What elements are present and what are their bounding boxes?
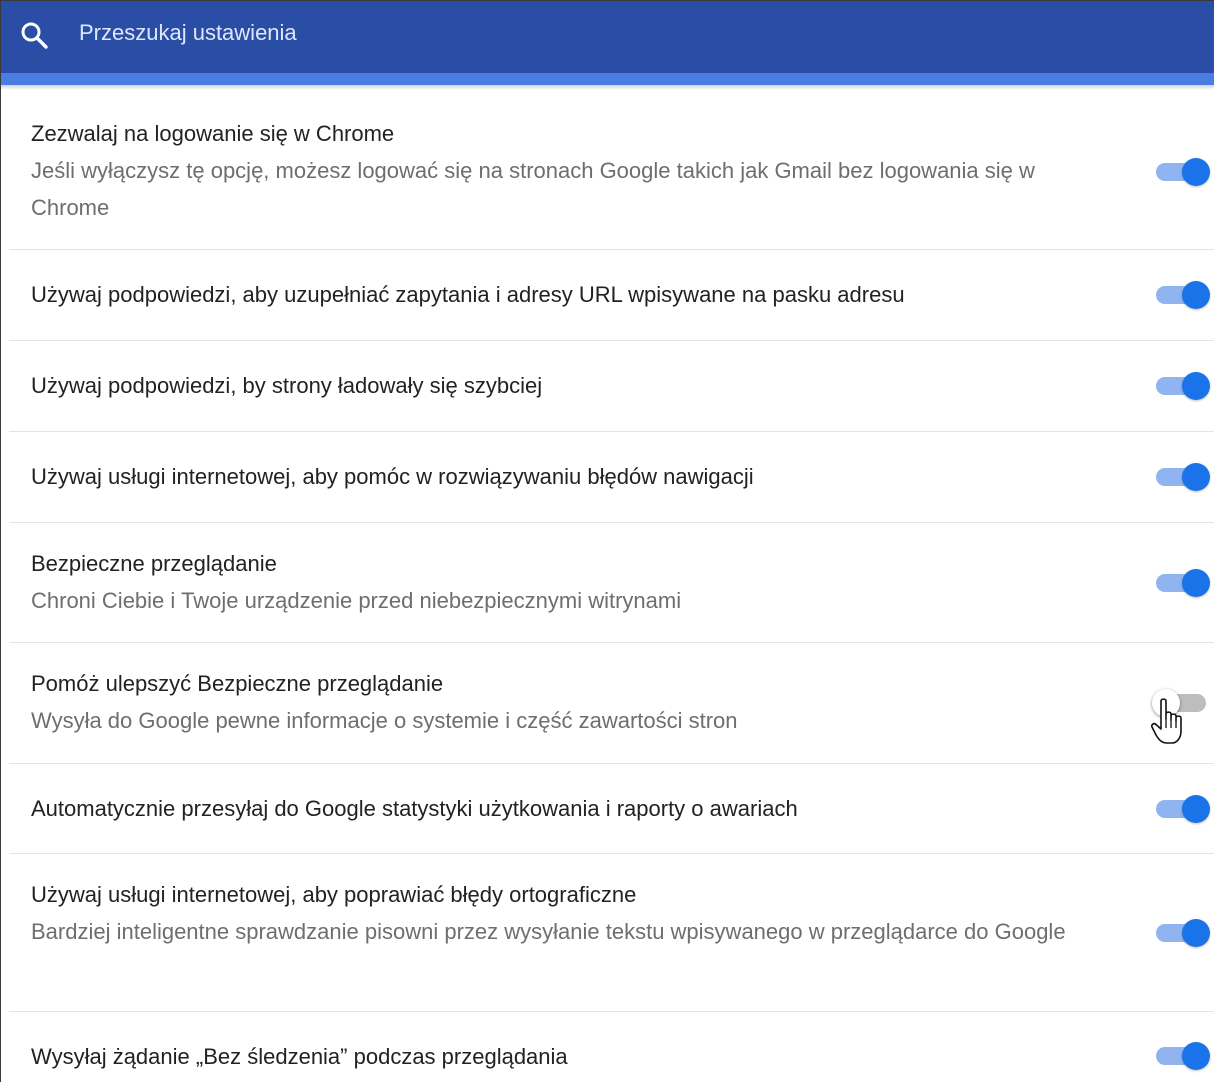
- setting-title: Bezpieczne przeglądanie: [31, 551, 277, 576]
- toggle-preload-pages[interactable]: [1156, 372, 1212, 400]
- toggle-knob: [1182, 795, 1210, 823]
- header-accent-strip: [1, 73, 1214, 85]
- divider: [9, 1011, 1214, 1012]
- toggle-knob: [1182, 281, 1210, 309]
- setting-title: Używaj usługi internetowej, aby poprawia…: [31, 882, 637, 907]
- header-shadow: [1, 85, 1214, 90]
- settings-page: Przeszukaj ustawienia Zezwalaj na logowa…: [0, 0, 1214, 1082]
- toggle-usage-statistics[interactable]: [1156, 795, 1212, 823]
- divider: [9, 642, 1214, 643]
- toggle-knob: [1182, 372, 1210, 400]
- setting-title: Automatycznie przesyłaj do Google statys…: [31, 796, 798, 821]
- toggle-navigation-errors[interactable]: [1156, 463, 1212, 491]
- toggle-knob: [1182, 1042, 1210, 1070]
- divider: [9, 431, 1214, 432]
- search-icon[interactable]: [19, 20, 49, 50]
- setting-title: Zezwalaj na logowanie się w Chrome: [31, 121, 395, 146]
- toggle-do-not-track[interactable]: [1156, 1042, 1212, 1070]
- setting-description: Bardziej inteligentne sprawdzanie pisown…: [31, 919, 1066, 944]
- setting-title: Wysyłaj żądanie „Bez śledzenia” podczas …: [31, 1044, 568, 1069]
- toggle-safe-browsing[interactable]: [1156, 569, 1212, 597]
- divider: [9, 340, 1214, 341]
- divider: [9, 249, 1214, 250]
- divider: [9, 522, 1214, 523]
- toggle-chrome-sign-in[interactable]: [1156, 158, 1212, 186]
- toggle-knob: [1182, 158, 1210, 186]
- setting-title: Używaj podpowiedzi, aby uzupełniać zapyt…: [31, 282, 905, 307]
- setting-title: Pomóż ulepszyć Bezpieczne przeglądanie: [31, 671, 444, 696]
- setting-description: Chroni Ciebie i Twoje urządzenie przed n…: [31, 588, 682, 613]
- setting-description: Wysyła do Google pewne informacje o syst…: [31, 708, 738, 733]
- search-header: Przeszukaj ustawienia: [1, 1, 1214, 73]
- toggle-search-suggestions[interactable]: [1156, 281, 1212, 309]
- divider: [9, 763, 1214, 764]
- divider: [9, 853, 1214, 854]
- toggle-knob: [1182, 919, 1210, 947]
- setting-title: Używaj usługi internetowej, aby pomóc w …: [31, 464, 754, 489]
- hand-pointer-cursor-icon: [1151, 698, 1182, 744]
- toggle-knob: [1182, 463, 1210, 491]
- toggle-spelling-service[interactable]: [1156, 919, 1212, 947]
- toggle-knob: [1182, 569, 1210, 597]
- setting-description: Jeśli wyłączysz tę opcję, możesz logować…: [31, 158, 1035, 220]
- setting-title: Używaj podpowiedzi, by strony ładowały s…: [31, 373, 543, 398]
- search-input[interactable]: Przeszukaj ustawienia: [79, 19, 779, 47]
